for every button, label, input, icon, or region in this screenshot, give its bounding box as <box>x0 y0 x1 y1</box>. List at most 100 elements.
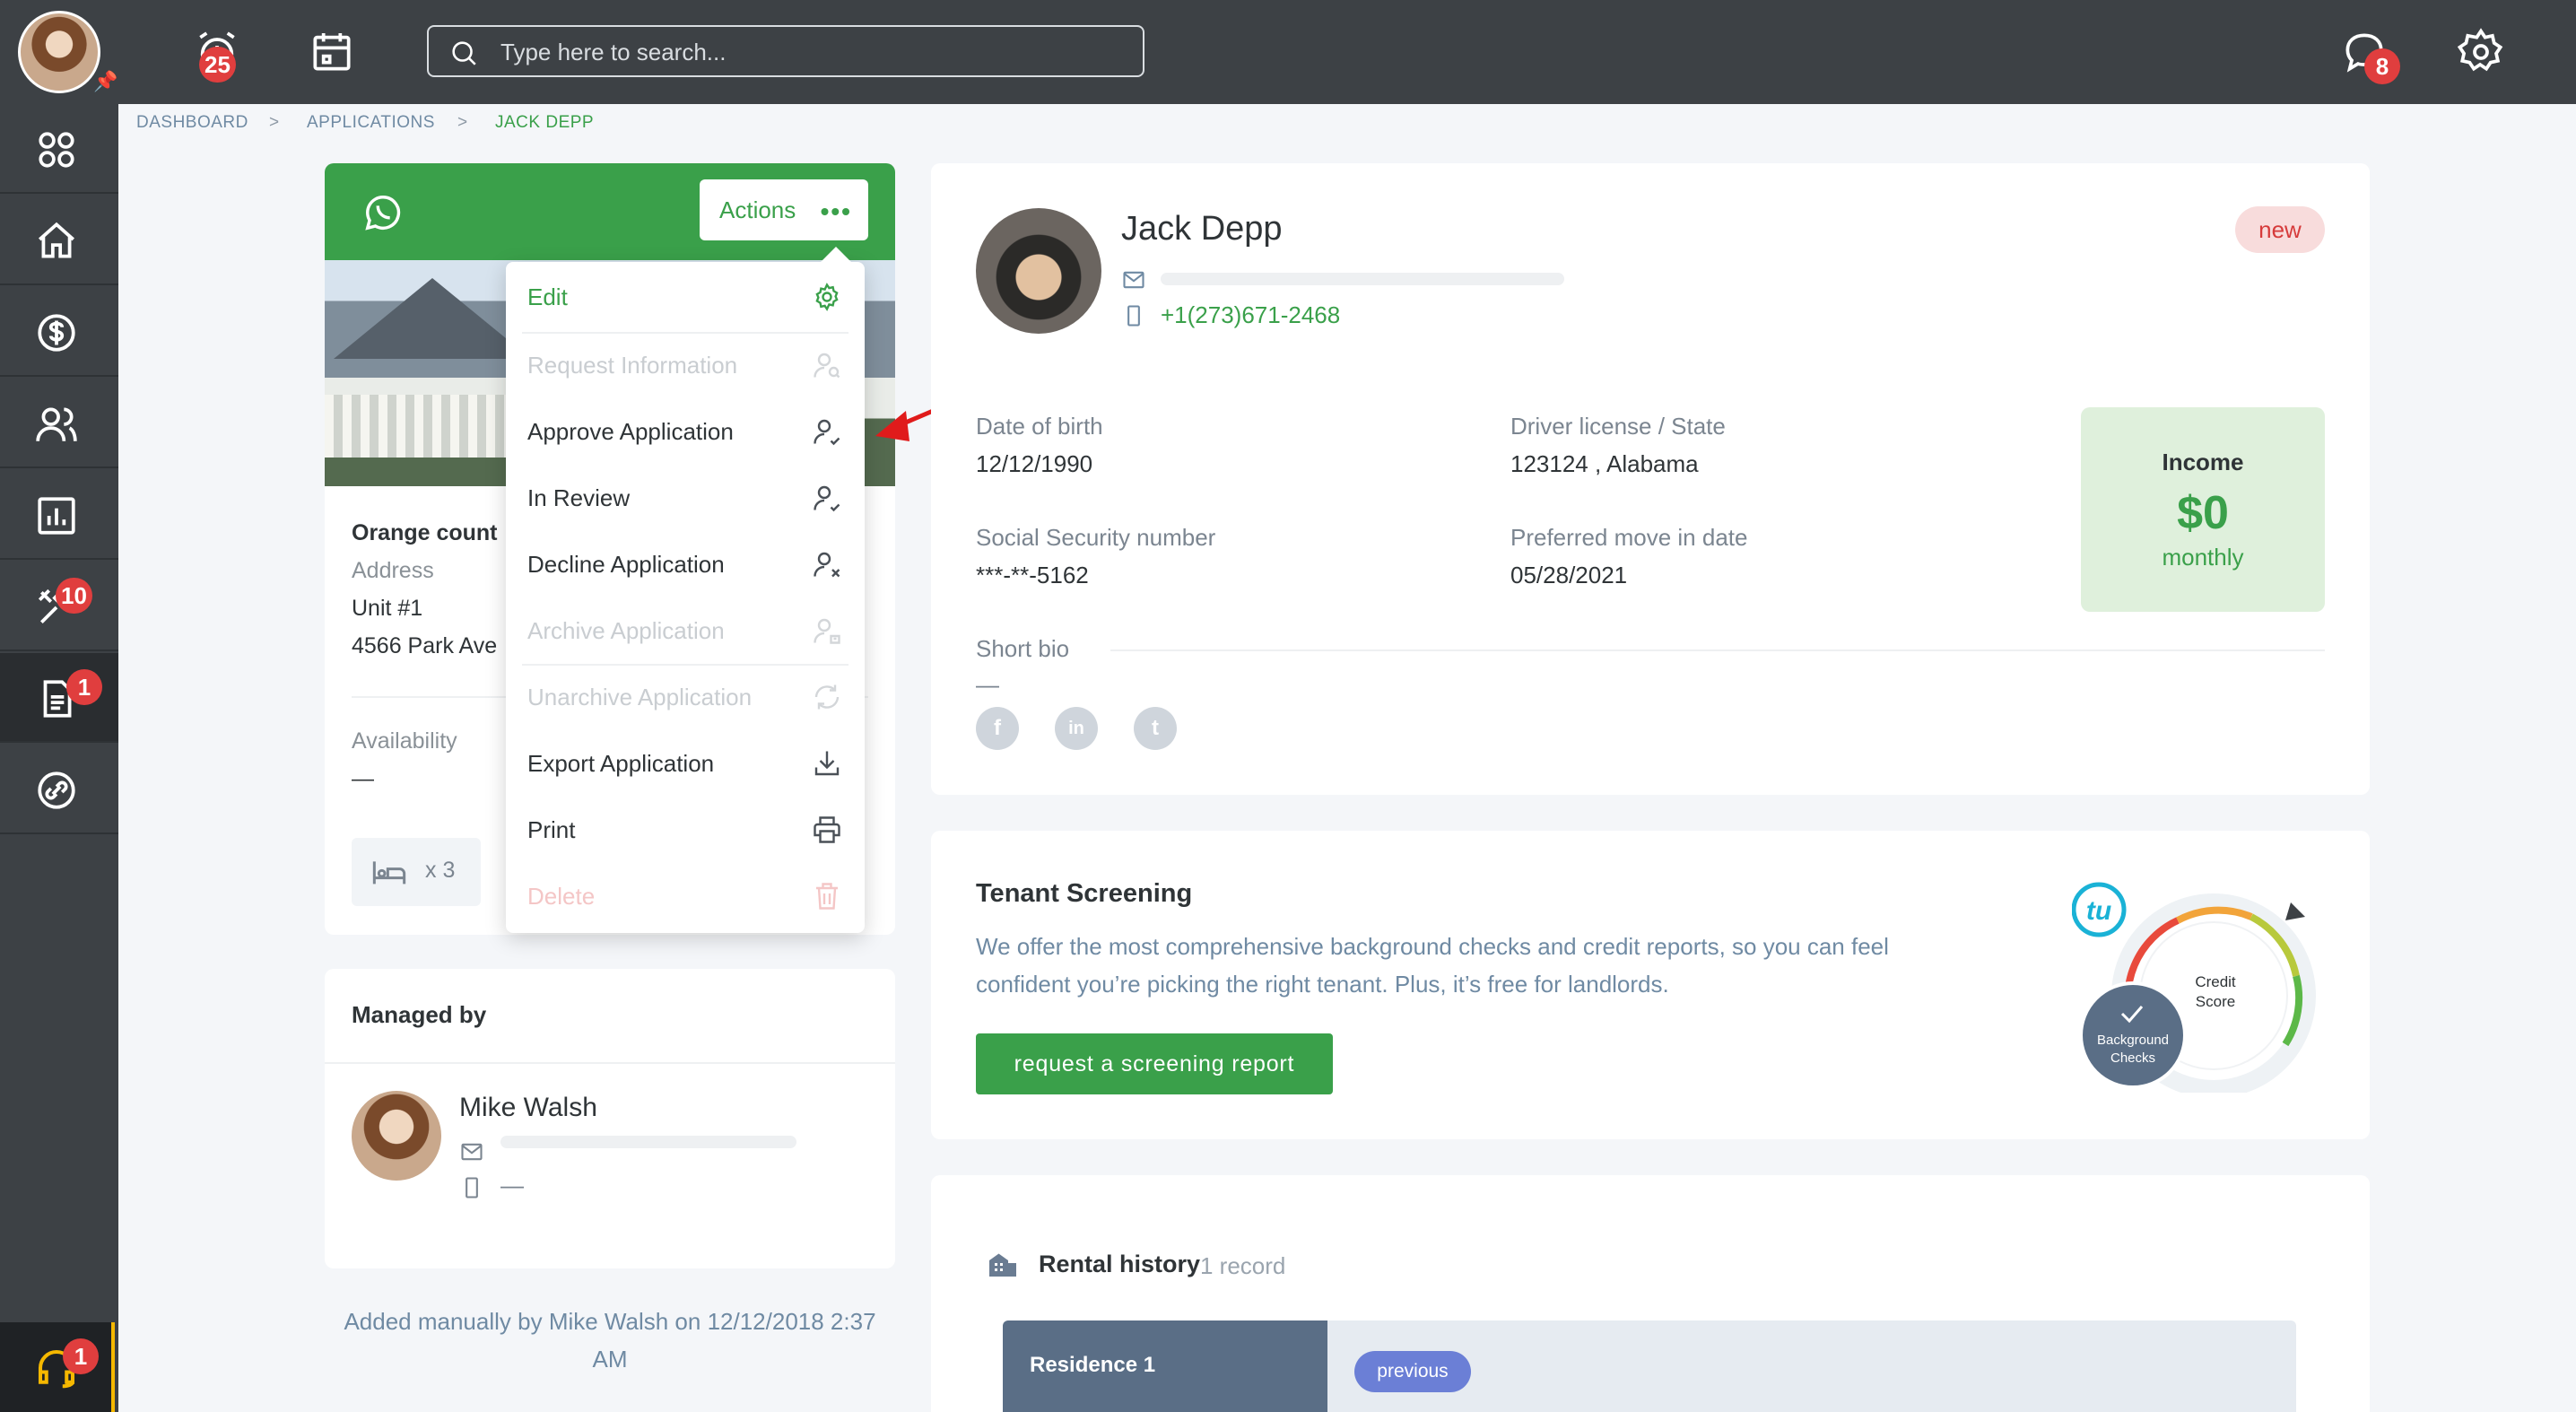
dob-value: 12/12/1990 <box>976 450 1093 477</box>
tenant-screening-card: Tenant Screening We offer the most compr… <box>931 831 2370 1139</box>
menu-item-delete[interactable]: Delete <box>506 863 865 929</box>
address-label: Address <box>352 558 434 583</box>
ssn-label: Social Security number <box>976 524 1216 551</box>
printer-icon <box>814 816 840 843</box>
credit-score-label-2: Score <box>2196 993 2235 1010</box>
bio-value: — <box>976 671 999 698</box>
sidebar-item-people[interactable] <box>0 379 118 468</box>
building-icon <box>989 1253 1016 1277</box>
sidebar-item-applications[interactable]: 1 <box>0 653 118 743</box>
sidebar-item-links[interactable] <box>0 745 118 834</box>
tools-badge: 10 <box>56 578 92 614</box>
manager-name: Mike Walsh <box>459 1093 597 1122</box>
menu-item-archive-application[interactable]: Archive Application <box>506 597 865 664</box>
mail-icon <box>461 1143 483 1161</box>
breadcrumb-separator: > <box>457 113 468 132</box>
linkedin-icon[interactable]: in <box>1055 707 1098 750</box>
user-x-icon <box>814 552 840 578</box>
sidebar-item-payments[interactable] <box>0 287 118 377</box>
sidebar-item-dashboard[interactable] <box>0 104 118 194</box>
search-bar[interactable] <box>427 25 1144 77</box>
bedrooms-count: x 3 <box>425 858 456 883</box>
chat-icon[interactable]: 8 <box>2339 27 2400 84</box>
residence-details: previous <box>1327 1320 2296 1412</box>
sidebar-item-maintenance[interactable]: 10 <box>0 562 118 651</box>
manager-phone: — <box>500 1172 524 1198</box>
menu-item-request-information[interactable]: Request Information <box>506 332 865 398</box>
redacted-email <box>500 1136 796 1148</box>
menu-label: Request Information <box>527 352 738 379</box>
background-checks-label-2: Checks <box>2110 1050 2155 1066</box>
bed-icon <box>372 861 406 885</box>
menu-item-in-review[interactable]: In Review <box>506 465 865 531</box>
managed-by-title: Managed by <box>352 1001 487 1028</box>
menu-label: Archive Application <box>527 617 725 644</box>
ssn-value: ***-**-5162 <box>976 562 1089 588</box>
menu-label: In Review <box>527 484 631 511</box>
manager-avatar <box>352 1091 441 1181</box>
download-icon <box>814 751 840 776</box>
menu-item-edit[interactable]: Edit <box>506 264 865 330</box>
user-check-icon <box>814 419 840 446</box>
menu-label: Delete <box>527 883 596 910</box>
applicant-phone[interactable]: +1(273)671-2468 <box>1161 301 1340 329</box>
screening-description: We offer the most comprehensive backgrou… <box>976 933 1889 998</box>
breadcrumb-dashboard[interactable]: DASHBOARD <box>136 113 248 133</box>
divider <box>325 1062 895 1064</box>
move-in-label: Preferred move in date <box>1510 524 1748 551</box>
gear-icon <box>815 283 839 311</box>
residence-status-badge: previous <box>1354 1351 1471 1392</box>
dob-label: Date of birth <box>976 413 1103 440</box>
user-avatar[interactable] <box>18 11 100 93</box>
refresh-icon <box>814 684 840 710</box>
screening-title: Tenant Screening <box>976 879 1193 908</box>
applicant-name: Jack Depp <box>1121 210 1283 248</box>
availability-label: Availability <box>352 728 457 754</box>
facebook-icon[interactable]: f <box>976 707 1019 750</box>
street-value: 4566 Park Ave <box>352 633 498 658</box>
link-icon <box>38 771 75 809</box>
income-period: monthly <box>2162 544 2244 571</box>
income-amount: $0 <box>2177 487 2229 539</box>
phone-icon <box>466 1177 478 1198</box>
added-note: Added manually by Mike Walsh on 12/12/20… <box>344 1308 876 1373</box>
menu-item-print[interactable]: Print <box>506 797 865 863</box>
move-in-value: 05/28/2021 <box>1510 562 1628 588</box>
whatsapp-icon[interactable] <box>362 192 404 233</box>
managed-by-card: Managed by Mike Walsh — <box>325 969 895 1268</box>
breadcrumb-applications[interactable]: APPLICATIONS <box>307 113 435 133</box>
mail-icon <box>1123 271 1144 289</box>
phone-icon <box>1127 305 1140 327</box>
credit-gauge: tu Credit Score Background Checks <box>2072 882 2316 1093</box>
chat-badge: 8 <box>2364 48 2400 84</box>
actions-menu: Edit Request Information Approve Applica… <box>506 247 865 933</box>
menu-item-decline-application[interactable]: Decline Application <box>506 531 865 597</box>
request-screening-button[interactable]: request a screening report <box>976 1033 1333 1094</box>
rental-history-count: 1 record <box>1200 1252 1286 1279</box>
settings-gear-icon[interactable] <box>2456 27 2506 77</box>
alarm-clock-icon[interactable]: 25 <box>192 27 242 83</box>
pin-icon: 📌 <box>93 70 118 92</box>
bar-chart-icon <box>38 497 75 535</box>
sidebar-item-home[interactable] <box>0 196 118 285</box>
menu-item-unarchive-application[interactable]: Unarchive Application <box>506 664 865 730</box>
search-input[interactable] <box>500 34 1128 70</box>
license-value: 123124 , Alabama <box>1510 450 1699 477</box>
applicant-avatar <box>976 208 1101 334</box>
twitter-icon[interactable]: t <box>1134 707 1177 750</box>
menu-item-approve-application[interactable]: Approve Application <box>506 398 865 465</box>
help-badge: 1 <box>63 1338 99 1374</box>
users-icon <box>36 407 77 441</box>
actions-button[interactable]: Actions ••• <box>700 179 868 240</box>
sidebar-item-reports[interactable] <box>0 470 118 560</box>
divider <box>1110 649 2325 651</box>
help-button[interactable]: 1 <box>0 1322 115 1412</box>
residence-tab[interactable]: Residence 1 <box>1003 1320 1327 1412</box>
top-bar: 📌 25 8 <box>0 0 2576 104</box>
income-box: Income $0 monthly <box>2081 407 2325 612</box>
calendar-icon[interactable] <box>307 27 357 77</box>
more-dots-icon: ••• <box>820 197 852 225</box>
residence-label: Residence 1 <box>1030 1353 1156 1377</box>
menu-item-export-application[interactable]: Export Application <box>506 730 865 797</box>
dollar-icon <box>38 314 75 352</box>
